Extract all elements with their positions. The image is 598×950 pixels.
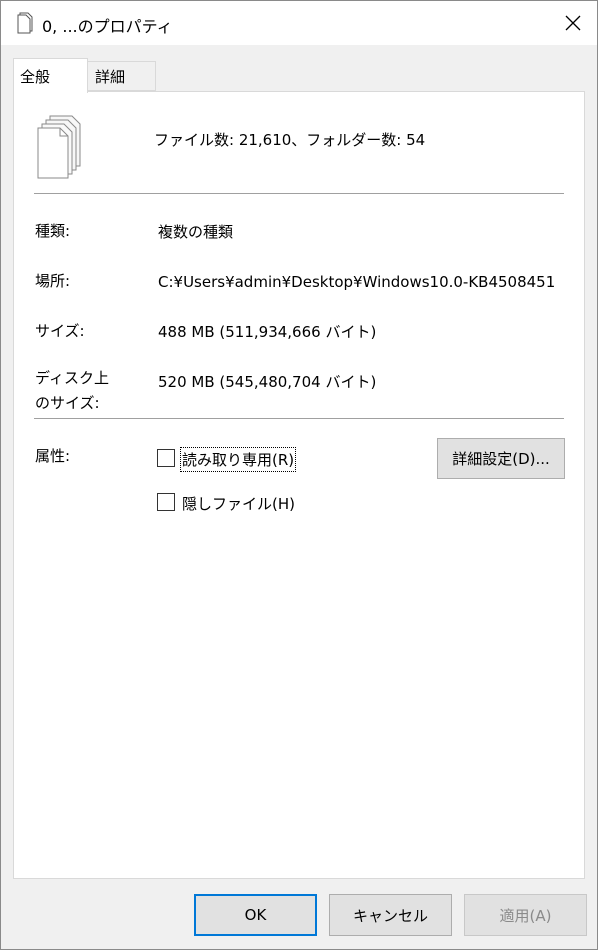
location-value: C:¥Users¥admin¥Desktop¥Windows10.0-KB450… <box>158 273 556 291</box>
apply-button[interactable]: 適用(A) <box>464 894 587 936</box>
tab-details[interactable]: 詳細 <box>87 61 156 91</box>
location-label: 場所: <box>35 272 71 290</box>
tab-general[interactable]: 全般 <box>13 58 88 93</box>
type-label: 種類: <box>35 222 71 240</box>
type-value: 複数の種類 <box>158 223 234 241</box>
size-value: 488 MB (511,934,666 バイト) <box>158 323 377 341</box>
window-title: 0, ...のプロパティ <box>42 17 173 36</box>
disk-size-value: 520 MB (545,480,704 バイト) <box>158 373 377 391</box>
multiple-files-icon <box>37 115 81 179</box>
readonly-checkbox[interactable] <box>157 449 175 467</box>
hidden-label[interactable]: 隠しファイル(H) <box>182 493 295 514</box>
cancel-button[interactable]: キャンセル <box>329 894 452 936</box>
properties-dialog: 0, ...のプロパティ 全般 詳細 ファイル数: 21,610、フォルダー数:… <box>0 0 598 950</box>
close-icon <box>565 15 581 31</box>
disk-size-label-line2: のサイズ: <box>35 394 100 412</box>
ok-button[interactable]: OK <box>194 894 317 936</box>
close-button[interactable] <box>549 1 597 45</box>
readonly-label[interactable]: 読み取り専用(R) <box>179 447 297 472</box>
hidden-checkbox[interactable] <box>157 493 175 511</box>
title-bar: 0, ...のプロパティ <box>1 1 597 45</box>
size-label: サイズ: <box>35 322 85 340</box>
file-count-summary: ファイル数: 21,610、フォルダー数: 54 <box>154 131 426 149</box>
disk-size-label-line1: ディスク上 <box>35 369 109 387</box>
advanced-button[interactable]: 詳細設定(D)... <box>437 438 565 479</box>
files-icon <box>17 12 33 34</box>
divider <box>34 418 564 419</box>
divider <box>34 193 564 194</box>
general-panel: ファイル数: 21,610、フォルダー数: 54 種類: 複数の種類 場所: C… <box>13 91 585 879</box>
attributes-label: 属性: <box>35 447 71 465</box>
